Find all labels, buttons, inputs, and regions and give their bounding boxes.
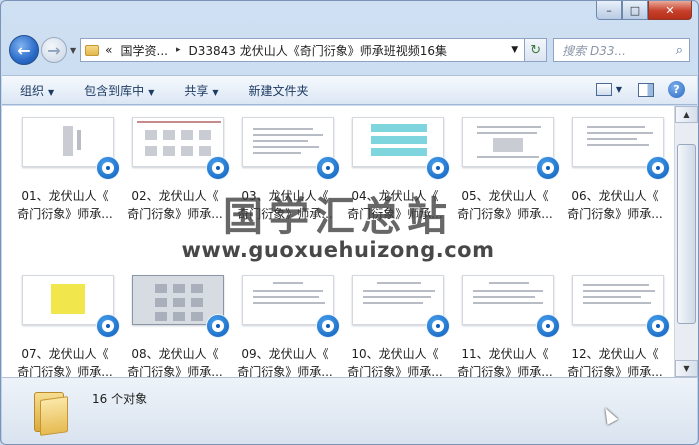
file-tile[interactable]: 05、龙伏山人《 奇门衍象》师承... bbox=[450, 114, 560, 242]
file-name: 05、龙伏山人《 奇门衍象》师承... bbox=[457, 189, 553, 221]
file-name: 11、龙伏山人《 奇门衍象》师承... bbox=[457, 347, 553, 377]
file-tile[interactable]: 08、龙伏山人《 奇门衍象》师承... bbox=[120, 272, 230, 377]
address-overflow-chevron[interactable]: « bbox=[105, 43, 112, 57]
folder-icon bbox=[32, 388, 72, 436]
minimize-button[interactable]: – bbox=[596, 1, 622, 20]
file-name: 02、龙伏山人《 奇门衍象》师承... bbox=[127, 189, 223, 221]
file-name: 01、龙伏山人《 奇门衍象》师承... bbox=[17, 189, 113, 221]
include-in-library-menu[interactable]: 包含到库中 ▼ bbox=[84, 82, 154, 99]
video-player-icon bbox=[646, 314, 670, 338]
video-player-icon bbox=[426, 156, 450, 180]
file-tile[interactable]: 01、龙伏山人《 奇门衍象》师承... bbox=[10, 114, 120, 242]
item-count: 16 个对象 bbox=[92, 392, 148, 406]
video-player-icon bbox=[316, 156, 340, 180]
chevron-down-icon: ▼ bbox=[212, 87, 219, 97]
breadcrumb-separator-icon[interactable]: ▸ bbox=[176, 45, 181, 55]
preview-pane-icon[interactable] bbox=[638, 82, 654, 97]
command-bar: 组织 ▼ 包含到库中 ▼ 共享 ▼ 新建文件夹 ▼ ? bbox=[2, 75, 697, 105]
new-folder-button[interactable]: 新建文件夹 bbox=[249, 82, 309, 99]
file-tile[interactable]: 04、龙伏山人《 奇门衍象》师承... bbox=[340, 114, 450, 242]
explorer-window: – □ ✕ ← → ▼ « 国学资... ▸ D33843 龙伏山人《奇门衍象》… bbox=[0, 0, 699, 445]
file-tile[interactable]: 07、龙伏山人《 奇门衍象》师承... bbox=[10, 272, 120, 377]
file-tile[interactable]: 12、龙伏山人《 奇门衍象》师承... bbox=[560, 272, 670, 377]
toolbar-right: ▼ ? bbox=[595, 81, 685, 98]
video-player-icon bbox=[646, 156, 670, 180]
include-library-label: 包含到库中 bbox=[84, 83, 145, 98]
video-player-icon bbox=[536, 156, 560, 180]
scrollbar-thumb[interactable] bbox=[677, 144, 696, 324]
search-icon[interactable]: ⌕ bbox=[676, 43, 683, 58]
file-name: 09、龙伏山人《 奇门衍象》师承... bbox=[237, 347, 333, 377]
file-name: 03、龙伏山人《 奇门衍象》师承... bbox=[237, 189, 333, 221]
file-tile[interactable]: 06、龙伏山人《 奇门衍象》师承... bbox=[560, 114, 670, 242]
video-player-icon bbox=[206, 156, 230, 180]
change-view-icon[interactable] bbox=[595, 83, 612, 96]
video-player-icon bbox=[316, 314, 340, 338]
address-dropdown-icon[interactable]: ▼ bbox=[511, 45, 518, 55]
forward-button[interactable]: → bbox=[41, 37, 67, 63]
organize-label: 组织 bbox=[20, 83, 45, 98]
view-options-chevron-icon[interactable]: ▼ bbox=[616, 85, 622, 94]
file-name: 08、龙伏山人《 奇门衍象》师承... bbox=[127, 347, 223, 377]
organize-menu[interactable]: 组织 ▼ bbox=[20, 82, 54, 99]
file-tile[interactable]: 09、龙伏山人《 奇门衍象》师承... bbox=[230, 272, 340, 377]
scroll-up-icon[interactable]: ▲ bbox=[675, 106, 698, 123]
scroll-down-icon[interactable]: ▼ bbox=[675, 360, 698, 377]
folder-icon bbox=[85, 44, 100, 56]
file-name: 06、龙伏山人《 奇门衍象》师承... bbox=[567, 189, 663, 221]
file-list-pane[interactable]: 01、龙伏山人《奇门衍象》师承... 02、龙伏山人《奇门衍象》师承... bbox=[2, 106, 674, 377]
file-grid: 01、龙伏山人《奇门衍象》师承... 02、龙伏山人《奇门衍象》师承... bbox=[10, 114, 670, 377]
share-label: 共享 bbox=[184, 83, 209, 98]
video-player-icon bbox=[96, 156, 120, 180]
close-button[interactable]: ✕ bbox=[648, 1, 692, 20]
chevron-down-icon: ▼ bbox=[48, 87, 55, 97]
video-player-icon bbox=[96, 314, 120, 338]
file-tile[interactable]: 11、龙伏山人《 奇门衍象》师承... bbox=[450, 272, 560, 377]
file-tile[interactable]: 10、龙伏山人《 奇门衍象》师承... bbox=[340, 272, 450, 377]
video-player-icon bbox=[206, 314, 230, 338]
refresh-button[interactable]: ↻ bbox=[525, 38, 548, 62]
chevron-down-icon: ▼ bbox=[148, 87, 155, 97]
file-name: 10、龙伏山人《 奇门衍象》师承... bbox=[347, 347, 443, 377]
file-name: 12、龙伏山人《 奇门衍象》师承... bbox=[567, 347, 663, 377]
back-button[interactable]: ← bbox=[9, 35, 39, 65]
caption-buttons: – □ ✕ bbox=[596, 1, 692, 20]
file-tile[interactable]: 02、龙伏山人《 奇门衍象》师承... bbox=[120, 114, 230, 242]
navigation-bar: ← → ▼ « 国学资... ▸ D33843 龙伏山人《奇门衍象》师承班视频1… bbox=[9, 35, 690, 65]
vertical-scrollbar[interactable]: ▲ ▼ bbox=[674, 106, 698, 377]
breadcrumb-current[interactable]: D33843 龙伏山人《奇门衍象》师承班视频16集 bbox=[188, 42, 447, 59]
help-icon[interactable]: ? bbox=[668, 81, 685, 98]
file-tile[interactable]: 03、龙伏山人《 奇门衍象》师承... bbox=[230, 114, 340, 242]
maximize-button[interactable]: □ bbox=[622, 1, 648, 20]
video-player-icon bbox=[426, 314, 450, 338]
address-bar[interactable]: « 国学资... ▸ D33843 龙伏山人《奇门衍象》师承班视频16集 ▼ bbox=[80, 38, 526, 62]
search-input[interactable]: 搜索 D33... ⌕ bbox=[553, 38, 690, 62]
search-placeholder: 搜索 D33... bbox=[562, 43, 626, 58]
breadcrumb-parent[interactable]: 国学资... bbox=[121, 42, 168, 59]
video-player-icon bbox=[536, 314, 560, 338]
recent-pages-dropdown-icon[interactable]: ▼ bbox=[70, 46, 76, 55]
file-name: 04、龙伏山人《 奇门衍象》师承... bbox=[347, 189, 443, 221]
details-pane: 16 个对象 bbox=[2, 377, 697, 444]
share-menu[interactable]: 共享 ▼ bbox=[184, 82, 218, 99]
file-name: 07、龙伏山人《 奇门衍象》师承... bbox=[17, 347, 113, 377]
